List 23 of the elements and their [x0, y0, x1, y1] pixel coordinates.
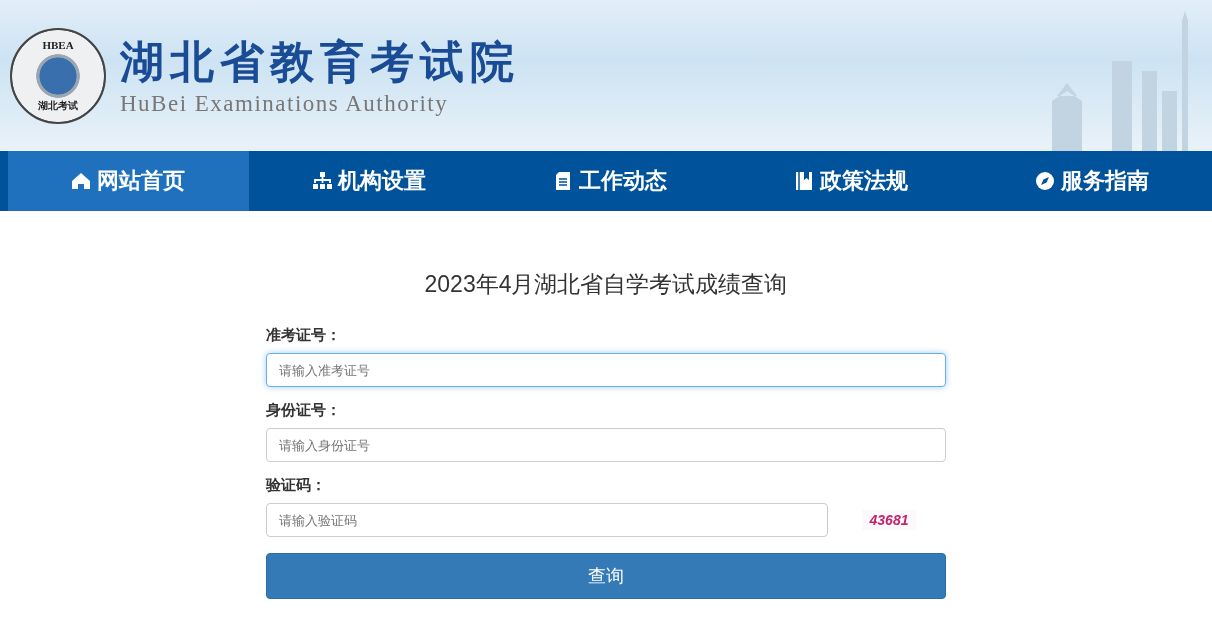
- nav-tab[interactable]: 网站首页: [8, 151, 249, 211]
- logo-text: HBEA: [41, 38, 75, 51]
- input-field[interactable]: 请输入验证码: [266, 503, 828, 537]
- form-title: 2023年4月湖北省自学考试成绩查询: [423, 270, 789, 299]
- book-icon: [793, 171, 814, 191]
- nav-tab[interactable]: 机构设置: [248, 151, 490, 211]
- document-icon: [553, 171, 573, 191]
- captcha-image[interactable]: 43681: [862, 510, 916, 530]
- site-title: 湖北省教育考试院: [120, 34, 520, 89]
- input-field[interactable]: 请输入准考证号: [266, 353, 946, 387]
- home-icon: [71, 171, 92, 191]
- input-field[interactable]: 请输入身份证号: [266, 428, 946, 462]
- query-button[interactable]: 查询: [266, 553, 946, 599]
- nav-tab[interactable]: 政策法规: [730, 151, 972, 211]
- field-label: 身份证号：: [266, 401, 341, 420]
- nav-tab[interactable]: 服务指南: [971, 151, 1212, 211]
- logo-text: 湖北考试: [37, 98, 79, 113]
- compass-icon: [1034, 171, 1055, 191]
- nav-tab[interactable]: 工作动态: [489, 151, 731, 211]
- field-label: 验证码：: [266, 476, 326, 495]
- site-subtitle: HuBei Examinations Authority: [120, 90, 450, 117]
- field-label: 准考证号：: [266, 326, 341, 345]
- org-chart-icon: [312, 171, 333, 191]
